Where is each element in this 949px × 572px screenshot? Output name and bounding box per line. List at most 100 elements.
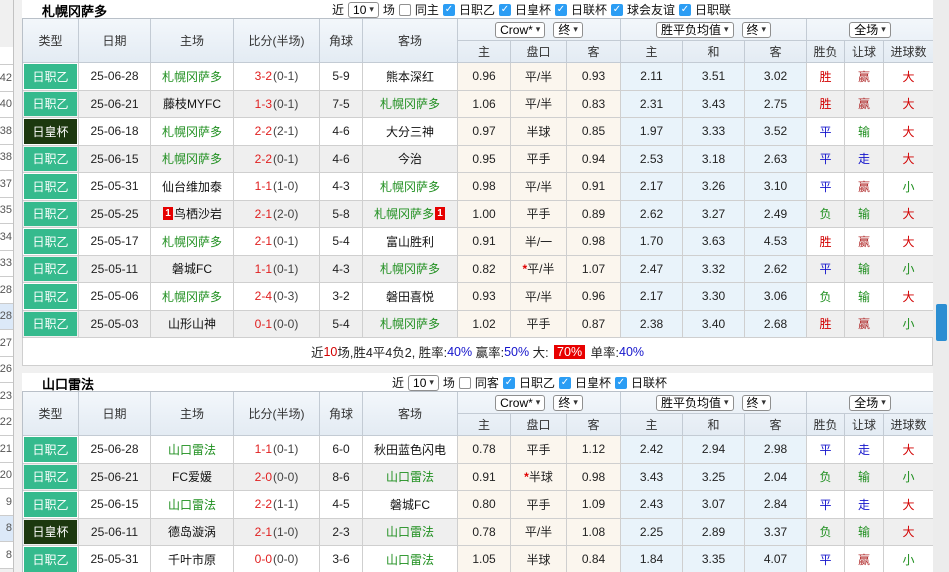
odds-state-select[interactable]: 终 (553, 22, 583, 38)
away-team-cell: 熊本深红 (363, 63, 458, 91)
sub-header-wdl: 胜负 (807, 41, 845, 63)
home-team-name[interactable]: FC爱媛 (172, 468, 212, 485)
league-checkbox-jleague2[interactable] (443, 4, 455, 16)
avg-type-select[interactable]: 胜平负均值 (656, 395, 734, 411)
league-type-badge: 日职乙 (24, 465, 77, 490)
home-team-name[interactable]: 札幌冈萨多 (162, 68, 222, 85)
odds-home: 1.05 (458, 546, 511, 572)
away-team-name[interactable]: 札幌冈萨多 (380, 260, 440, 277)
same-home-checkbox[interactable] (399, 4, 411, 16)
home-team-name[interactable]: 德岛漩涡 (168, 523, 216, 540)
home-team-name[interactable]: 札幌冈萨多 (162, 123, 222, 140)
col-header-home: 主场 (151, 19, 234, 63)
home-team-name[interactable]: 山形山神 (168, 315, 216, 332)
league-checkbox-club-friendly[interactable] (611, 4, 623, 16)
handicap-text: 平手 (526, 496, 550, 513)
result-win-draw-loss: 平 (807, 146, 845, 174)
odds-company-select[interactable]: Crow* (495, 22, 545, 38)
avg-type-select[interactable]: 胜平负均值 (656, 22, 734, 38)
odds-handicap: 平手 (511, 491, 567, 519)
odds-handicap: 平/半 (511, 91, 567, 119)
home-team-name[interactable]: 磐城FC (172, 260, 212, 277)
away-team-name[interactable]: 磐田喜悦 (386, 288, 434, 305)
recent-count-select[interactable]: 10 (348, 2, 379, 18)
summary-part-highlight: 70% (554, 345, 585, 359)
row-index: 8 (0, 516, 13, 543)
scope-select[interactable]: 全场 (849, 22, 891, 38)
league-checkbox-jleague1[interactable] (679, 4, 691, 16)
scope-select[interactable]: 全场 (849, 395, 891, 411)
away-team-name[interactable]: 札幌冈萨多 (380, 315, 440, 332)
score-cell: 2-2(0-1) (234, 146, 320, 174)
home-team-cell: 札幌冈萨多 (151, 228, 234, 256)
away-team-name[interactable]: 山口雷法 (386, 468, 434, 485)
away-team-name[interactable]: 大分三神 (386, 123, 434, 140)
handicap-text: 平手 (526, 441, 550, 458)
home-team-cell: 札幌冈萨多 (151, 283, 234, 311)
score-cell: 0-0(0-0) (234, 546, 320, 572)
avg-draw-odds: 3.51 (683, 63, 745, 91)
summary-part: 10 (323, 345, 337, 359)
home-team-name[interactable]: 千叶市原 (168, 551, 216, 568)
avg-state-select[interactable]: 终 (742, 395, 772, 411)
col-header-corner: 角球 (320, 19, 363, 63)
league-checkbox-league-cup[interactable] (615, 377, 627, 389)
home-team-name[interactable]: 山口雷法 (168, 496, 216, 513)
away-team-name[interactable]: 富山胜利 (386, 233, 434, 250)
league-checkbox-league-cup[interactable] (555, 4, 567, 16)
home-team-name[interactable]: 藤枝MYFC (163, 95, 221, 112)
away-team-name[interactable]: 磐城FC (390, 496, 430, 513)
same-away-checkbox[interactable] (459, 377, 471, 389)
avg-state-select[interactable]: 终 (742, 22, 772, 38)
home-team-name[interactable]: 山口雷法 (168, 441, 216, 458)
same-away-label: 同客 (475, 374, 499, 391)
match-row: 日职乙 25-06-28 山口雷法 1-1(0-1) 6-0 秋田蓝色闪电 0.… (23, 436, 933, 464)
away-team-name[interactable]: 札幌冈萨多 (380, 178, 440, 195)
result-handicap: 输 (845, 118, 884, 146)
odds-state-select[interactable]: 终 (553, 395, 583, 411)
away-team-name[interactable]: 熊本深红 (386, 68, 434, 85)
match-row: 日职乙 25-06-15 山口雷法 2-2(1-1) 4-5 磐城FC 0.80… (23, 491, 933, 519)
away-team-name[interactable]: 札幌冈萨多 (374, 205, 434, 222)
avg-home-odds: 2.17 (621, 283, 683, 311)
avg-away-odds: 2.04 (745, 464, 807, 492)
home-team-name[interactable]: 鸟栖沙岩 (174, 205, 222, 222)
sub-header-odds-home: 主 (458, 414, 511, 436)
odds-handicap: 平手 (511, 436, 567, 464)
half-time-score: (0-0) (273, 317, 298, 331)
home-team-name[interactable]: 札幌冈萨多 (162, 233, 222, 250)
home-team-name[interactable]: 仙台维加泰 (162, 178, 222, 195)
scrollbar-thumb[interactable] (936, 304, 947, 341)
league-checkbox-emperors-cup[interactable] (499, 4, 511, 16)
summary-part: 40% (619, 345, 644, 359)
col-header-score: 比分(半场) (234, 19, 320, 63)
away-team-name[interactable]: 今治 (398, 150, 422, 167)
league-checkbox-jleague2[interactable] (503, 377, 515, 389)
row-index: 33 (0, 251, 13, 278)
away-team-name[interactable]: 秋田蓝色闪电 (374, 441, 446, 458)
home-team-name[interactable]: 札幌冈萨多 (162, 150, 222, 167)
away-team-name[interactable]: 札幌冈萨多 (380, 95, 440, 112)
league-checkbox-emperors-cup[interactable] (559, 377, 571, 389)
result-handicap: 赢 (845, 228, 884, 256)
league-label: 日联杯 (631, 374, 667, 391)
recent-count-select[interactable]: 10 (408, 375, 439, 391)
row-index: 27 (0, 330, 13, 357)
result-goals-line: 大 (884, 146, 934, 174)
full-time-score: 0-1 (255, 317, 272, 331)
league-type-badge: 日职乙 (24, 257, 77, 282)
half-time-score: (1-0) (273, 525, 298, 539)
row-index: 28 (0, 304, 13, 331)
league-label: 日皇杯 (515, 1, 551, 18)
summary-part: 近 (311, 342, 324, 361)
odds-company-select[interactable]: Crow* (495, 395, 545, 411)
row-index: 22 (0, 410, 13, 437)
home-team-name[interactable]: 札幌冈萨多 (162, 288, 222, 305)
away-team-name[interactable]: 山口雷法 (386, 523, 434, 540)
league-type-badge: 日皇杯 (24, 520, 77, 545)
match-type-cell: 日职乙 (23, 91, 79, 119)
away-team-cell: 札幌冈萨多 (363, 91, 458, 119)
full-time-score: 2-4 (255, 289, 272, 303)
away-team-name[interactable]: 山口雷法 (386, 551, 434, 568)
odds-handicap: 半球 (511, 546, 567, 572)
